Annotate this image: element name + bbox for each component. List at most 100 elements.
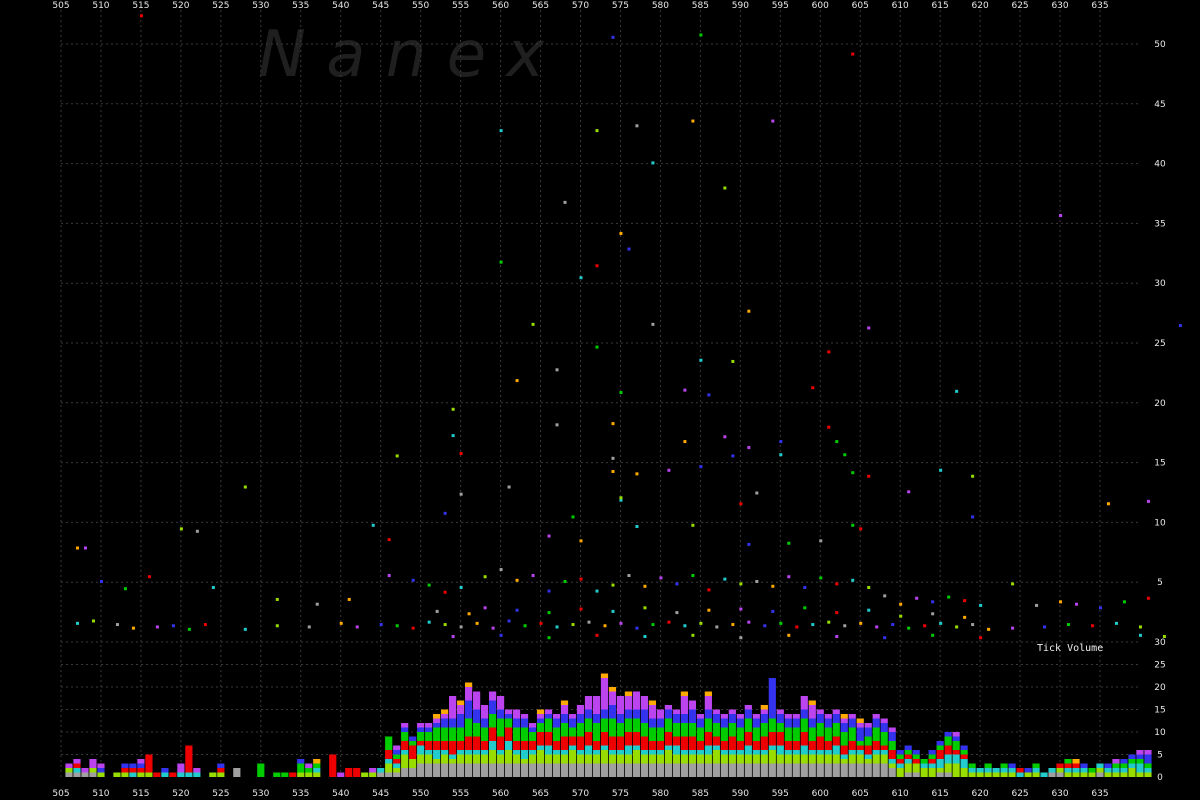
volume-bar-segment xyxy=(1056,768,1064,773)
volume-bar-segment xyxy=(728,723,736,737)
volume-bar-segment xyxy=(808,754,816,764)
scatter-point xyxy=(459,452,463,456)
volume-bar-segment xyxy=(864,727,872,737)
scatter-point xyxy=(747,620,751,624)
volume-bar-segment xyxy=(856,745,864,750)
volume-bar-segment xyxy=(568,714,577,719)
volume-bar-segment xyxy=(409,736,417,741)
volume-bar-segment xyxy=(512,754,521,764)
volume-bar-segment xyxy=(592,763,601,777)
volume-bar-segment xyxy=(888,768,896,777)
volume-bar-segment xyxy=(417,763,425,777)
volume-bar-segment xyxy=(688,723,696,737)
scatter-point xyxy=(787,633,791,637)
volume-bar-segment xyxy=(904,759,912,764)
volume-bar-segment xyxy=(984,768,992,773)
volume-bar-segment xyxy=(480,727,489,741)
scatter-point xyxy=(971,474,975,478)
volume-bar-segment xyxy=(872,714,880,719)
x-tick-label-top: 615 xyxy=(932,1,949,11)
scatter-point xyxy=(187,627,191,631)
volume-bar-segment xyxy=(688,754,696,764)
volume-bar-segment xyxy=(888,727,896,732)
scatter-point xyxy=(619,391,623,395)
volume-bar-segment xyxy=(584,763,593,777)
scatter-point xyxy=(547,636,551,640)
volume-bar-segment xyxy=(816,754,824,764)
scatter-point xyxy=(595,129,599,133)
scatter-point xyxy=(787,575,791,579)
volume-bar-segment xyxy=(1016,768,1024,773)
volume-bar-segment xyxy=(624,754,633,764)
volume-bar-segment xyxy=(465,718,473,737)
volume-bar-segment xyxy=(616,763,625,777)
volume-bar-segment xyxy=(552,714,561,719)
x-tick-label-bottom: 600 xyxy=(812,789,829,799)
volume-bar-segment xyxy=(672,754,681,764)
volume-bar-segment xyxy=(488,750,497,764)
volume-bar-segment xyxy=(353,768,361,777)
scatter-point xyxy=(731,623,735,627)
volume-bar-segment xyxy=(808,727,816,741)
scatter-point xyxy=(771,609,775,613)
scatter-point xyxy=(683,440,687,444)
scatter-point xyxy=(571,623,575,627)
volume-bar-segment xyxy=(433,727,441,741)
x-tick-label-bottom: 580 xyxy=(652,789,669,799)
volume-bar-segment xyxy=(81,772,89,777)
volume-bar-segment xyxy=(496,750,505,755)
volume-bar-segment xyxy=(640,754,649,764)
volume-bar-segment xyxy=(752,718,760,728)
volume-bar-segment xyxy=(600,709,609,719)
volume-bar-segment xyxy=(936,741,944,746)
volume-bar-segment xyxy=(664,732,673,746)
volume-bar-segment xyxy=(449,759,457,764)
scatter-point xyxy=(907,490,911,494)
volume-bar-segment xyxy=(856,723,864,728)
scatter-point xyxy=(411,578,415,582)
volume-bar-segment xyxy=(696,754,704,764)
volume-bar-segment xyxy=(760,763,768,777)
scatter-point xyxy=(195,529,199,533)
scatter-point xyxy=(547,589,551,593)
volume-bar-segment xyxy=(473,709,481,723)
volume-bar-segment xyxy=(457,750,465,755)
volume-bar-segment xyxy=(584,696,593,710)
volume-bar-segment xyxy=(520,741,529,750)
y-tick-label-volume: 5 xyxy=(1157,751,1163,761)
volume-bar-segment xyxy=(584,718,593,732)
volume-bar-segment xyxy=(776,745,784,755)
volume-bar-segment xyxy=(584,745,593,755)
volume-bar-segment xyxy=(504,718,513,728)
volume-bar-segment xyxy=(664,709,673,719)
scatter-point xyxy=(931,600,935,604)
volume-bars xyxy=(65,673,1152,777)
x-tick-label-top: 550 xyxy=(412,1,429,11)
volume-bar-segment xyxy=(744,709,752,719)
volume-bar-segment xyxy=(704,732,712,746)
scatter-point xyxy=(651,623,655,627)
volume-bar-segment xyxy=(121,763,129,768)
volume-bar-segment xyxy=(1064,763,1072,768)
volume-bar-segment xyxy=(688,709,696,723)
volume-bar-segment xyxy=(872,750,880,755)
x-tick-label-bottom: 505 xyxy=(52,789,69,799)
volume-bar-segment xyxy=(480,705,489,719)
volume-bar-segment xyxy=(480,750,489,755)
volume-bar-segment xyxy=(129,763,137,768)
volume-bar-segment xyxy=(864,723,872,728)
volume-bar-segment xyxy=(600,673,609,678)
volume-bar-segment xyxy=(536,723,545,732)
volume-bar-segment xyxy=(1072,759,1080,764)
volume-bar-segment xyxy=(928,754,936,759)
volume-bar-segment xyxy=(528,732,537,741)
volume-bar-segment xyxy=(433,723,441,728)
scatter-point xyxy=(395,454,399,458)
volume-bar-segment xyxy=(912,750,920,755)
volume-bar-segment xyxy=(504,714,513,719)
volume-bar-segment xyxy=(776,709,784,714)
volume-bar-segment xyxy=(576,705,585,714)
volume-bar-segment xyxy=(1056,763,1064,768)
volume-bar-segment xyxy=(576,714,585,723)
volume-bar-segment xyxy=(480,763,489,777)
